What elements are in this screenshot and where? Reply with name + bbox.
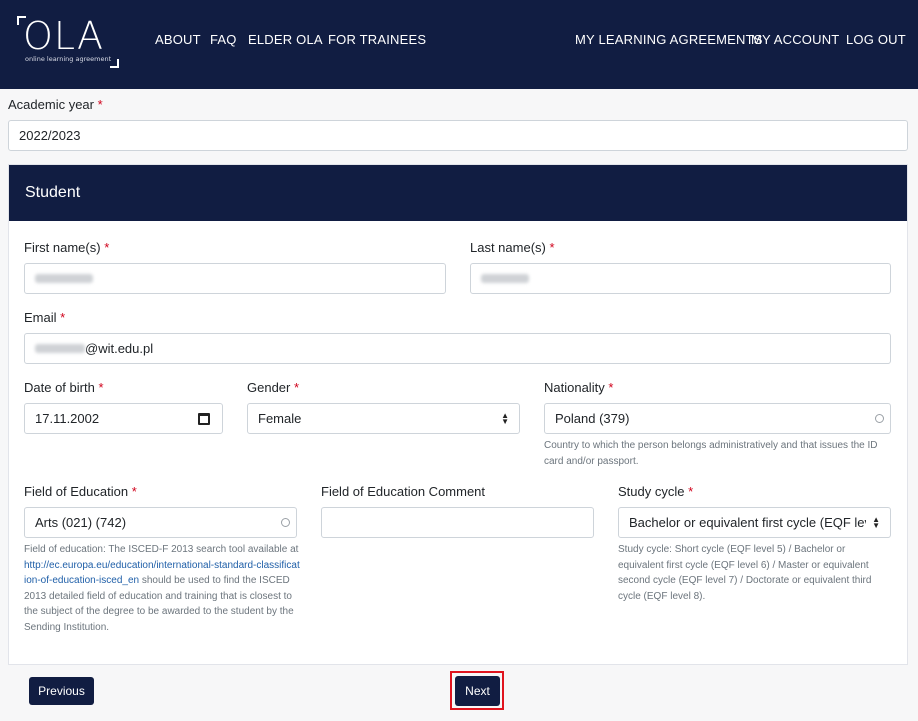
- top-navbar: OLA online learning agreement ABOUT FAQ …: [0, 0, 918, 89]
- email-label: Email *: [24, 310, 65, 325]
- logo-text: OLA: [23, 14, 104, 58]
- email-redacted: [35, 344, 85, 353]
- gender-value: Female: [258, 411, 302, 426]
- autocomplete-circle-icon: [875, 413, 884, 423]
- dob-input[interactable]: 17.11.2002: [24, 403, 223, 434]
- email-domain: @wit.edu.pl: [85, 341, 154, 356]
- nationality-label-text: Nationality: [544, 380, 605, 395]
- nationality-help: Country to which the person belongs admi…: [544, 440, 878, 467]
- calendar-icon[interactable]: [198, 412, 210, 425]
- required-marker: *: [688, 484, 694, 499]
- select-arrows-icon: ▲ ▼: [501, 410, 509, 426]
- gender-label-text: Gender: [247, 380, 291, 395]
- first-name-input[interactable]: [24, 263, 446, 294]
- last-name-label-text: Last name(s): [470, 240, 546, 255]
- email-input[interactable]: @wit.edu.pl: [24, 333, 891, 364]
- required-marker: *: [131, 484, 137, 499]
- nav-elder-ola-link[interactable]: ELDER OLA: [248, 32, 323, 47]
- nav-about-link[interactable]: ABOUT: [155, 32, 201, 47]
- study-cycle-label-text: Study cycle: [618, 484, 685, 499]
- student-card-title: Student: [25, 184, 81, 201]
- first-name-label: First name(s) *: [24, 240, 109, 255]
- field-of-education-help: Field of education: The ISCED-F 2013 sea…: [24, 542, 300, 635]
- select-arrows-icon: ▲ ▼: [872, 514, 880, 530]
- gender-label: Gender *: [247, 380, 299, 395]
- required-marker: *: [60, 310, 66, 325]
- previous-button[interactable]: Previous: [29, 677, 94, 705]
- email-label-text: Email: [24, 310, 57, 325]
- student-card-header: Student: [9, 165, 907, 221]
- required-marker: *: [104, 240, 110, 255]
- last-name-redacted: [481, 274, 529, 283]
- nav-for-trainees-link[interactable]: FOR TRAINEES: [328, 32, 426, 47]
- dob-label: Date of birth *: [24, 380, 104, 395]
- field-of-education-input[interactable]: Arts (021) (742): [24, 507, 297, 538]
- autocomplete-circle-icon: [281, 517, 290, 527]
- nationality-label: Nationality *: [544, 380, 613, 395]
- last-name-input[interactable]: [470, 263, 891, 294]
- first-name-redacted: [35, 274, 93, 283]
- field-of-education-label: Field of Education *: [24, 484, 137, 499]
- nav-faq-link[interactable]: FAQ: [210, 32, 237, 47]
- nationality-input[interactable]: Poland (379): [544, 403, 891, 434]
- dob-value: 17.11.2002: [35, 411, 100, 426]
- required-marker: *: [294, 380, 300, 395]
- foe-comment-input[interactable]: [321, 507, 594, 538]
- gender-select[interactable]: Female ▲ ▼: [247, 403, 520, 434]
- logo-subtitle: online learning agreement: [25, 55, 112, 63]
- foe-value: Arts (021) (742): [35, 515, 127, 530]
- next-button-highlight: [450, 671, 504, 710]
- required-marker: *: [608, 380, 614, 395]
- logo-bracket-bottom-right: [110, 59, 119, 68]
- academic-year-input[interactable]: 2022/2023: [8, 120, 908, 151]
- academic-year-value: 2022/2023: [19, 128, 81, 143]
- foe-label-text: Field of Education: [24, 484, 129, 499]
- foe-comment-label: Field of Education Comment: [321, 484, 486, 499]
- first-name-label-text: First name(s): [24, 240, 101, 255]
- foe-help-prefix: Field of education: The ISCED-F 2013 sea…: [24, 544, 299, 555]
- nav-my-account-link[interactable]: MY ACCOUNT: [751, 32, 839, 47]
- required-marker: *: [98, 380, 104, 395]
- study-cycle-label: Study cycle *: [618, 484, 693, 499]
- nav-log-out-link[interactable]: LOG OUT: [846, 32, 906, 47]
- study-cycle-value: Bachelor or equivalent first cycle (EQF …: [629, 515, 866, 530]
- nationality-value: Poland (379): [555, 411, 630, 426]
- required-marker: *: [97, 97, 103, 112]
- academic-year-label-text: Academic year: [8, 97, 94, 112]
- nav-my-learning-agreements-link[interactable]: MY LEARNING AGREEMENTS: [575, 32, 763, 47]
- study-cycle-help: Study cycle: Short cycle (EQF level 5) /…: [618, 544, 872, 602]
- last-name-label: Last name(s) *: [470, 240, 555, 255]
- academic-year-label: Academic year *: [8, 97, 103, 112]
- ola-logo[interactable]: OLA online learning agreement: [17, 16, 121, 68]
- required-marker: *: [549, 240, 555, 255]
- study-cycle-select[interactable]: Bachelor or equivalent first cycle (EQF …: [618, 507, 891, 538]
- dob-label-text: Date of birth: [24, 380, 95, 395]
